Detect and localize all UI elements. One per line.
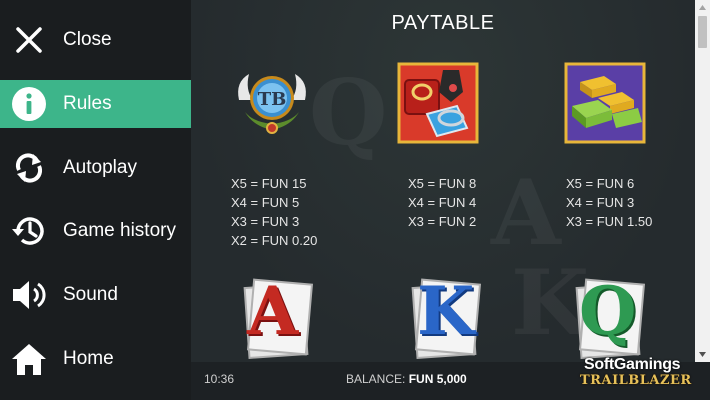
autoplay-icon	[9, 148, 49, 188]
background-decoration: Q	[309, 60, 388, 166]
jewelry-symbol-icon	[397, 62, 479, 144]
menu-item-label: Rules	[63, 93, 112, 114]
q-symbol-letter: Q	[579, 272, 637, 350]
scroll-thumb[interactable]	[698, 16, 707, 48]
home-icon	[9, 339, 49, 379]
a-symbol-letter: A	[247, 272, 299, 350]
svg-text:TB: TB	[258, 89, 287, 110]
info-icon	[9, 84, 49, 124]
game-logo: TRAILBLAZER	[580, 373, 692, 388]
menu-item-home[interactable]: Home	[0, 335, 191, 383]
balance-display: BALANCE: FUN 5,000	[346, 372, 467, 386]
k-symbol-letter: K	[417, 272, 475, 350]
paytable-panel: Q A K PAYTABLE TB X5 = FUN 15 X4 = FUN 5…	[191, 0, 695, 362]
k-symbol-icon: K	[403, 272, 483, 362]
sidebar-menu: Close Rules Autoplay Game history Sound …	[0, 0, 191, 400]
payline: X5 = FUN 8	[408, 176, 477, 191]
payline: X4 = FUN 4	[408, 195, 477, 210]
menu-item-label: Autoplay	[63, 157, 137, 178]
payline: X3 = FUN 3	[231, 214, 300, 229]
payline: X4 = FUN 5	[231, 195, 300, 210]
payline: X5 = FUN 15	[231, 176, 307, 191]
q-symbol-icon: Q	[567, 272, 649, 362]
menu-item-label: Sound	[63, 284, 118, 305]
paytable-title: PAYTABLE	[391, 12, 495, 34]
menu-item-label: Home	[63, 348, 114, 369]
logo-symbol-paylines: X5 = FUN 15 X4 = FUN 5 X3 = FUN 3 X2 = F…	[231, 174, 317, 250]
gold-money-symbol-paylines: X5 = FUN 6 X4 = FUN 3 X3 = FUN 1.50	[566, 174, 652, 231]
history-icon	[9, 211, 49, 251]
menu-item-game-history[interactable]: Game history	[0, 207, 191, 255]
close-icon	[9, 20, 49, 60]
menu-item-autoplay[interactable]: Autoplay	[0, 144, 191, 192]
jewelry-symbol-paylines: X5 = FUN 8 X4 = FUN 4 X3 = FUN 2	[408, 174, 476, 231]
menu-item-close[interactable]: Close	[0, 16, 191, 64]
payline: X3 = FUN 1.50	[566, 214, 653, 229]
payline: X5 = FUN 6	[566, 176, 635, 191]
balance-value: FUN 5,000	[408, 372, 467, 386]
payline: X3 = FUN 2	[408, 214, 477, 229]
paytable-scrollbar[interactable]	[695, 0, 710, 362]
brand-logo: SoftGamings TRAILBLAZER	[572, 352, 698, 396]
logo-symbol-icon: TB	[238, 74, 306, 134]
sound-icon	[9, 275, 49, 315]
payline: X4 = FUN 3	[566, 195, 635, 210]
menu-item-label: Game history	[63, 220, 176, 241]
scroll-up-arrow-icon[interactable]	[695, 0, 710, 15]
menu-item-sound[interactable]: Sound	[0, 271, 191, 319]
a-symbol-icon: A	[235, 272, 315, 362]
menu-item-label: Close	[63, 29, 112, 50]
gold-money-symbol-icon	[564, 62, 646, 144]
menu-item-rules[interactable]: Rules	[0, 80, 191, 128]
clock: 10:36	[204, 372, 235, 386]
payline: X2 = FUN 0.20	[231, 233, 318, 248]
game-menu-screen: Close Rules Autoplay Game history Sound …	[0, 0, 710, 400]
brand-name: SoftGamings	[584, 356, 681, 373]
balance-label: BALANCE:	[346, 372, 406, 386]
